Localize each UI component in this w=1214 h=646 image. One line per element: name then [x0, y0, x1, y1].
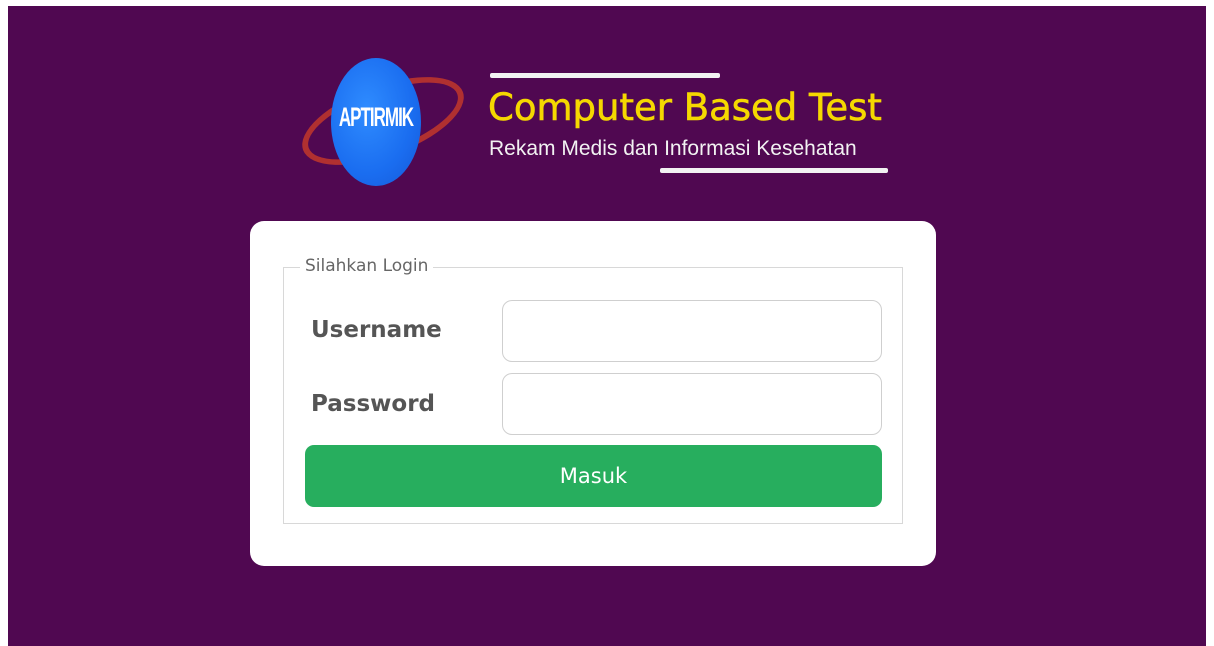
app-title: Computer Based Test — [488, 86, 883, 130]
password-label: Password — [311, 391, 435, 417]
masuk-button[interactable]: Masuk — [305, 445, 882, 507]
logo-text: APTIRMIK — [338, 102, 414, 133]
aptirmik-logo: APTIRMIK — [291, 58, 475, 193]
username-label: Username — [311, 317, 442, 343]
login-card: Silahkan Login Username Password Masuk — [250, 221, 936, 566]
title-divider-bottom — [660, 168, 888, 173]
title-divider-top — [490, 73, 720, 78]
password-input[interactable] — [502, 373, 882, 435]
login-form: Silahkan Login Username Password Masuk — [283, 256, 903, 524]
app-subtitle: Rekam Medis dan Informasi Kesehatan — [489, 137, 857, 160]
username-input[interactable] — [502, 300, 882, 362]
page-background: APTIRMIK Computer Based Test Rekam Medis… — [8, 6, 1206, 646]
login-legend: Silahkan Login — [300, 256, 434, 276]
